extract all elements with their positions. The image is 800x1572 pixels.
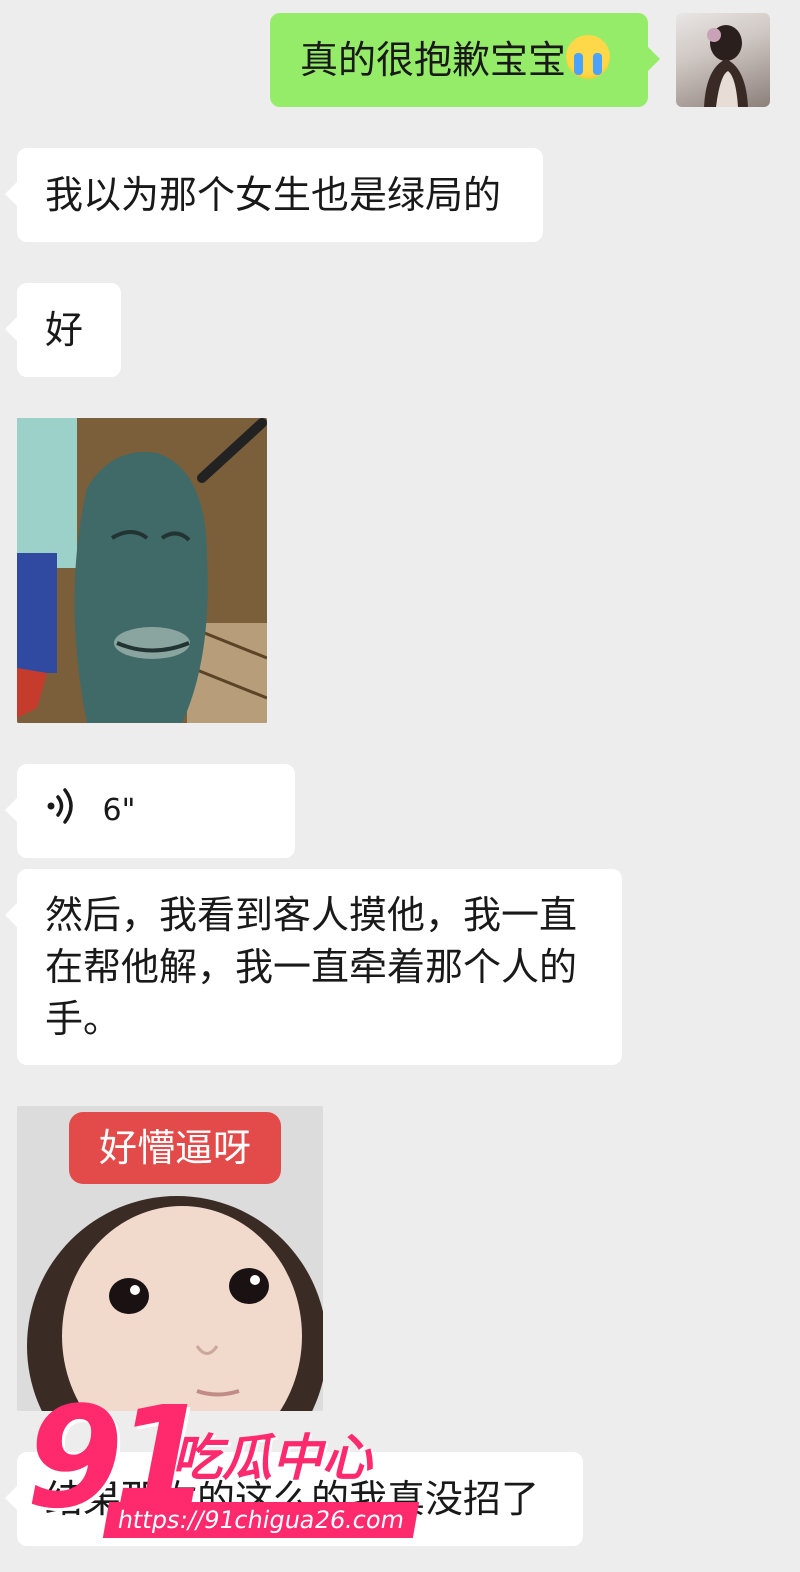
sticker-art-icon bbox=[17, 418, 267, 723]
baby-face-sticker-image[interactable]: 好懵逼呀 bbox=[17, 1106, 323, 1411]
incoming-message-bubble[interactable]: 然后，我看到客人摸他，我一直 在帮他解，我一直牵着那个人的 手。 bbox=[5, 869, 622, 1065]
voice-wave-icon bbox=[45, 786, 81, 826]
message-text: 我以为那个女生也是绿局的 bbox=[45, 173, 502, 217]
incoming-message-bubble[interactable]: 我以为那个女生也是绿局的 bbox=[5, 148, 543, 242]
voice-message-bubble[interactable]: 6" bbox=[5, 764, 295, 858]
message-text-line: 手。 bbox=[45, 997, 122, 1041]
incoming-message-bubble[interactable]: 好 bbox=[5, 283, 121, 377]
message-text-line: 在帮他解，我一直牵着那个人的 bbox=[45, 945, 578, 989]
message-text-line: 然后，我看到客人摸他，我一直 bbox=[45, 893, 578, 937]
plankton-sticker-image[interactable] bbox=[17, 418, 267, 723]
watermark-title: 吃瓜中心 bbox=[172, 1429, 372, 1487]
self-avatar[interactable] bbox=[676, 13, 770, 107]
message-text: 真的很抱歉宝宝 bbox=[300, 38, 567, 82]
voice-duration: 6" bbox=[102, 793, 136, 828]
crying-face-icon bbox=[566, 35, 611, 79]
message-text: 好 bbox=[45, 308, 84, 352]
site-watermark: 91 吃瓜中心 https://91chigua26.com bbox=[26, 1384, 426, 1548]
avatar-portrait-icon bbox=[704, 25, 748, 107]
sticker-caption: 好懵逼呀 bbox=[69, 1112, 281, 1184]
watermark-url: https://91chigua26.com bbox=[102, 1502, 420, 1538]
outgoing-message-bubble[interactable]: 真的很抱歉宝宝 bbox=[270, 13, 660, 107]
